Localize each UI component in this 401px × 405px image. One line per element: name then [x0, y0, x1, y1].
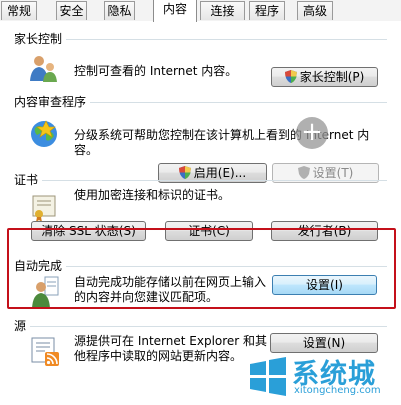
watermark-url: xitongcheng.com: [294, 385, 381, 396]
section-title: 内容审查程序: [14, 93, 91, 110]
tab-connections[interactable]: 连接: [200, 1, 245, 20]
certs-description: 使用加密连接和标识的证书。: [74, 188, 231, 202]
plus-icon: +: [296, 117, 328, 149]
watermark: 系统城 xitongcheng.com: [248, 352, 398, 402]
parental-control-button[interactable]: 家长控制(P): [271, 67, 378, 87]
tab-general[interactable]: 常规: [1, 1, 37, 20]
feeds-description: 源提供可在 Internet Explorer 和其他程序中读取的网站更新内容。: [74, 334, 268, 363]
section-title: 证书: [14, 171, 43, 188]
tab-programs[interactable]: 程序: [249, 1, 285, 20]
divider: [14, 326, 387, 327]
section-title: 源: [14, 317, 31, 334]
parental-description: 控制可查看的 Internet 内容。: [74, 64, 238, 78]
feeds-settings-button[interactable]: 设置(N): [270, 333, 378, 353]
globe-icon: [31, 120, 57, 147]
windows-logo-icon: [250, 357, 286, 396]
tab-security[interactable]: 安全: [56, 1, 87, 20]
tab-strip: 常规 安全 隐私 内容 连接 程序 高级: [0, 0, 401, 22]
divider: [14, 180, 387, 181]
divider: [14, 39, 387, 40]
advisor-description: 分级系统可帮助您控制在该计算机上看到的 Internet 内容。: [74, 128, 370, 157]
content-panel: 家长控制 控制可查看的 Internet 内容。 家长控制(P) 内容审查程序 …: [0, 21, 401, 405]
tab-privacy[interactable]: 隐私: [104, 1, 135, 20]
certificate-icon: [32, 195, 56, 222]
tab-advanced[interactable]: 高级: [297, 1, 333, 20]
parental-control-button-label: 家长控制(P): [299, 70, 365, 84]
autocomplete-highlight-box: [7, 228, 396, 309]
shield-icon: [284, 70, 297, 83]
feeds-icon: [31, 337, 59, 366]
family-users-icon: [30, 56, 57, 82]
section-title: 家长控制: [14, 30, 67, 47]
tab-content[interactable]: 内容: [153, 0, 197, 22]
